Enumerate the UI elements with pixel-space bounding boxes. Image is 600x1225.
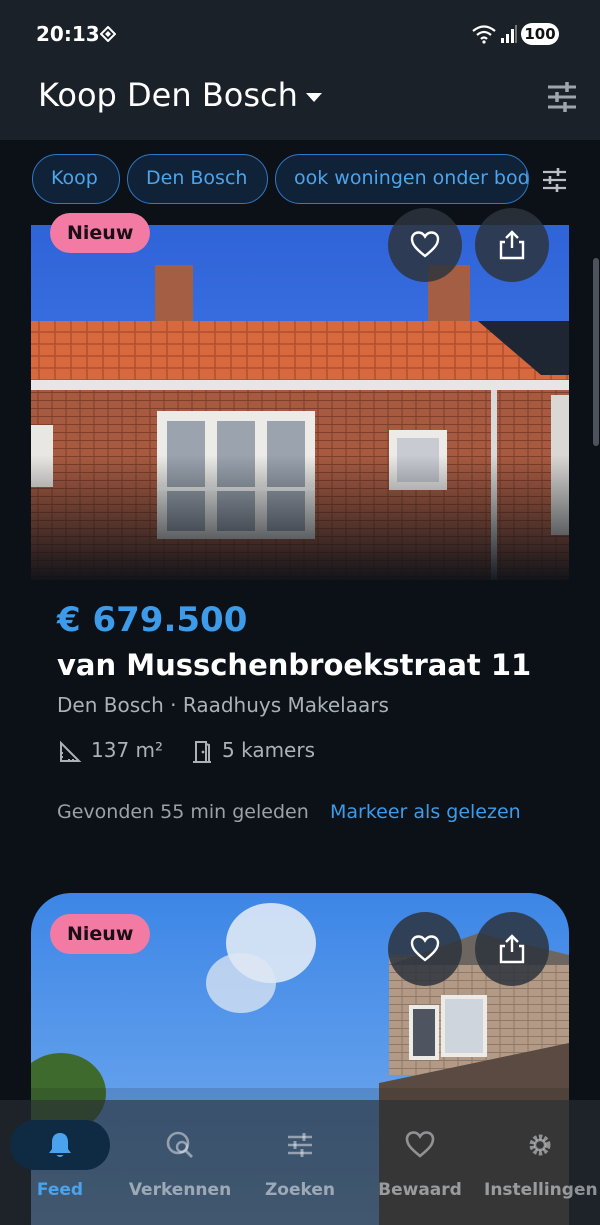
nav-label-instellingen: Instellingen bbox=[484, 1180, 598, 1200]
wifi-icon bbox=[472, 25, 496, 44]
scrollbar-thumb[interactable] bbox=[593, 258, 599, 446]
bell-icon bbox=[49, 1133, 71, 1157]
listing-rooms: 5 kamers bbox=[222, 738, 315, 762]
listing-area: 137 m² bbox=[91, 738, 164, 762]
app-header: 20:13 100 Koop Den Bosch bbox=[0, 0, 600, 140]
favorite-button[interactable] bbox=[388, 208, 462, 282]
share-icon bbox=[499, 230, 525, 260]
nav-label-verkennen: Verkennen bbox=[128, 1180, 232, 1200]
dropdown-caret-icon[interactable] bbox=[305, 92, 323, 104]
favorite-button-2[interactable] bbox=[388, 912, 462, 986]
nav-label-zoeken: Zoeken bbox=[264, 1180, 336, 1200]
nav-label-feed: Feed bbox=[36, 1180, 84, 1200]
filter-icon bbox=[288, 1133, 312, 1157]
listing-location: Den Bosch · Raadhuys Makelaars bbox=[57, 693, 389, 717]
chip-onder-bod[interactable]: ook woningen onder bod bbox=[275, 154, 529, 204]
door-icon bbox=[193, 741, 211, 763]
listing-price: € 679.500 bbox=[57, 600, 248, 640]
filter-settings-icon[interactable] bbox=[545, 80, 579, 114]
location-diamond-icon bbox=[100, 26, 116, 42]
explore-icon bbox=[166, 1131, 193, 1158]
chip-den-bosch[interactable]: Den Bosch bbox=[127, 154, 268, 204]
nav-label-bewaard: Bewaard bbox=[378, 1180, 462, 1200]
signal-icon bbox=[501, 25, 517, 43]
new-badge-2: Nieuw bbox=[50, 914, 151, 954]
new-badge: Nieuw bbox=[50, 213, 151, 253]
heart-icon bbox=[410, 231, 440, 258]
heart-icon bbox=[410, 935, 440, 962]
share-button-2[interactable] bbox=[475, 912, 549, 986]
share-button[interactable] bbox=[475, 208, 549, 282]
house-photo bbox=[31, 225, 569, 580]
mark-as-read-link[interactable]: Markeer als gelezen bbox=[330, 801, 521, 823]
chip-koop[interactable]: Koop bbox=[32, 154, 120, 204]
heart-icon bbox=[405, 1131, 435, 1158]
area-icon bbox=[60, 740, 82, 762]
chip-filter-icon[interactable] bbox=[541, 167, 568, 193]
status-time: 20:13 bbox=[36, 22, 100, 46]
gear-icon bbox=[529, 1134, 551, 1156]
status-bar: 20:13 100 bbox=[0, 0, 600, 68]
listing-photo[interactable] bbox=[31, 225, 569, 580]
found-timestamp: Gevonden 55 min geleden bbox=[57, 801, 309, 823]
battery-indicator: 100 bbox=[521, 23, 559, 45]
page-title[interactable]: Koop Den Bosch bbox=[38, 76, 298, 114]
share-icon bbox=[499, 934, 525, 964]
listing-address[interactable]: van Musschenbroekstraat 11 bbox=[57, 648, 531, 682]
